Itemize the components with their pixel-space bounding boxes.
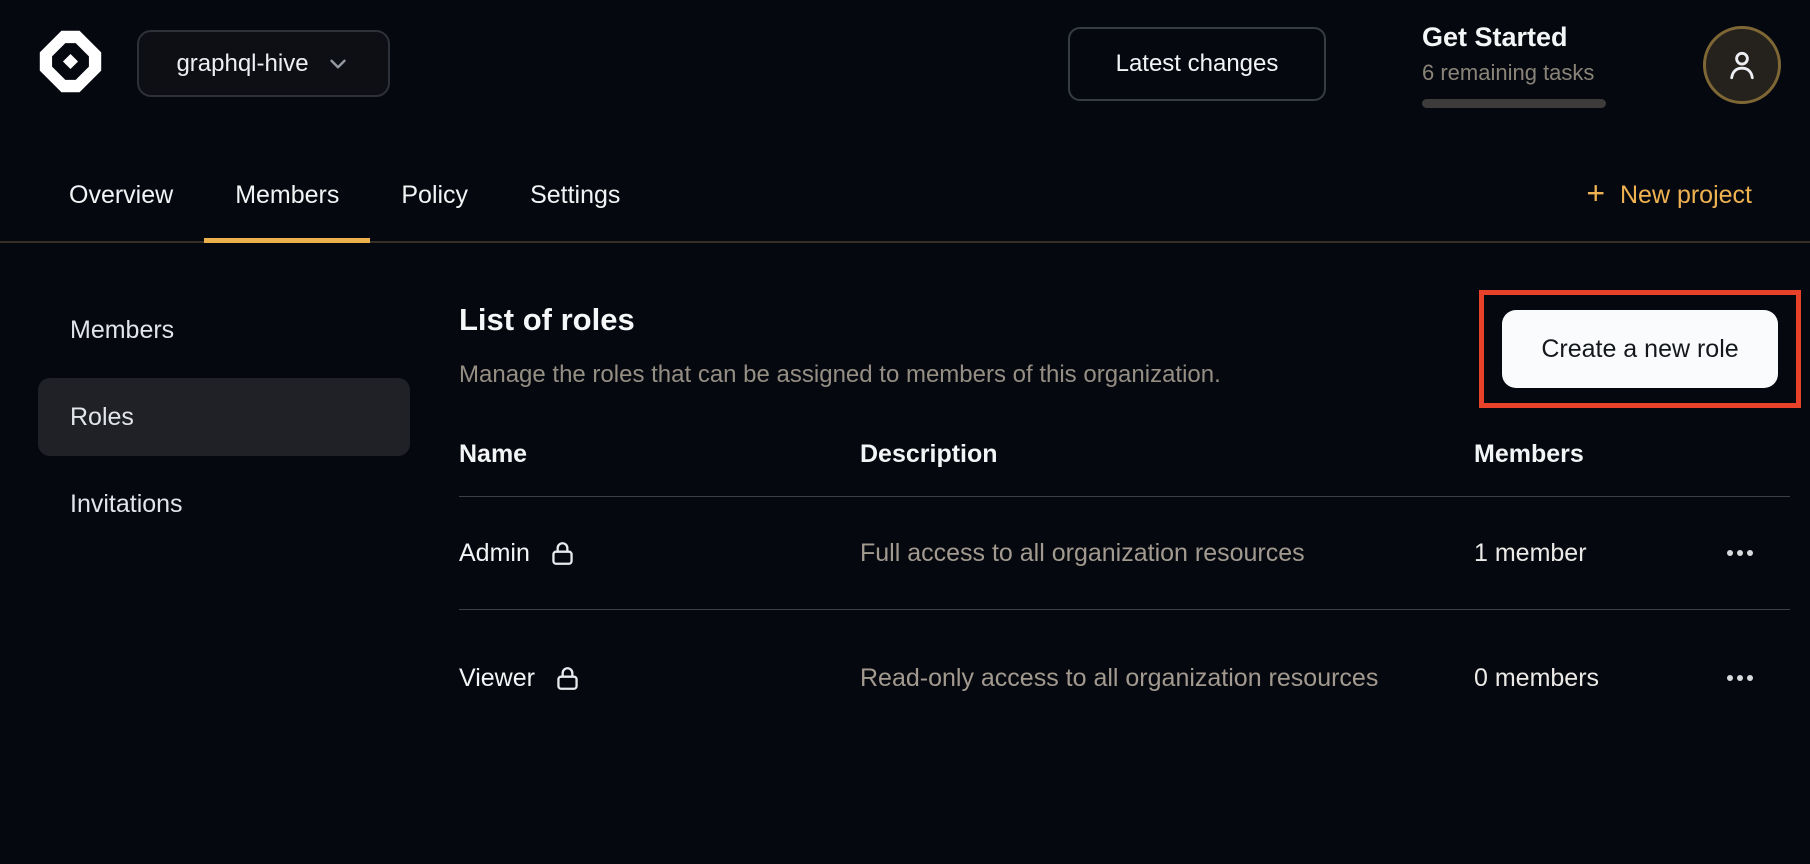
- sidebar-item-roles[interactable]: Roles: [38, 378, 410, 456]
- table-row: Admin Full access to all organization re…: [459, 497, 1790, 610]
- column-header-description: Description: [860, 440, 1474, 469]
- org-tab-bar: Overview Members Policy Settings + New p…: [0, 149, 1810, 243]
- tab-list: Overview Members Policy Settings: [38, 149, 651, 241]
- row-menu-button[interactable]: [1716, 664, 1764, 692]
- lock-icon: [548, 539, 577, 568]
- role-name: Viewer: [459, 664, 535, 693]
- role-description: Full access to all organization resource…: [860, 539, 1305, 567]
- role-description: Read-only access to all organization res…: [860, 664, 1378, 692]
- hive-logo-icon[interactable]: [37, 28, 104, 95]
- column-header-name: Name: [459, 440, 860, 469]
- role-members-count: 0 members: [1474, 664, 1599, 692]
- user-avatar-button[interactable]: [1703, 26, 1781, 104]
- table-row: Viewer Read-only access to all organizat…: [459, 610, 1790, 746]
- sidebar-item-members[interactable]: Members: [38, 291, 410, 369]
- table-header-row: Name Description Members: [459, 413, 1790, 497]
- organization-name: graphql-hive: [176, 50, 308, 78]
- annotation-highlight-box: Create a new role: [1479, 290, 1801, 408]
- column-header-members: Members: [1474, 440, 1690, 469]
- latest-changes-button[interactable]: Latest changes: [1068, 27, 1326, 101]
- get-started-remaining-tasks: 6 remaining tasks: [1422, 60, 1632, 86]
- role-members-count: 1 member: [1474, 539, 1587, 567]
- members-sidebar: Members Roles Invitations: [38, 291, 410, 552]
- get-started-widget[interactable]: Get Started 6 remaining tasks: [1422, 22, 1632, 108]
- new-project-link[interactable]: + New project: [1586, 149, 1752, 241]
- roles-table: Name Description Members Admin Full acce…: [459, 413, 1790, 746]
- role-name: Admin: [459, 539, 530, 568]
- new-project-label: New project: [1620, 181, 1752, 210]
- ellipsis-icon: [1726, 549, 1754, 557]
- row-menu-button[interactable]: [1716, 539, 1764, 567]
- ellipsis-icon: [1726, 674, 1754, 682]
- tab-policy[interactable]: Policy: [370, 149, 499, 241]
- tab-overview[interactable]: Overview: [38, 149, 204, 241]
- page-subtitle: Manage the roles that can be assigned to…: [459, 361, 1221, 389]
- tab-members[interactable]: Members: [204, 149, 370, 241]
- get-started-title: Get Started: [1422, 22, 1632, 53]
- create-new-role-button[interactable]: Create a new role: [1502, 310, 1778, 388]
- app-root: graphql-hive Latest changes Get Started …: [0, 0, 1810, 864]
- user-icon: [1723, 46, 1761, 84]
- page-title: List of roles: [459, 302, 635, 338]
- sidebar-item-invitations[interactable]: Invitations: [38, 465, 410, 543]
- lock-icon: [553, 664, 582, 693]
- tab-settings[interactable]: Settings: [499, 149, 651, 241]
- get-started-progress-bar: [1422, 99, 1606, 108]
- organization-selector[interactable]: graphql-hive: [137, 30, 390, 97]
- plus-icon: +: [1586, 177, 1605, 209]
- chevron-down-icon: [325, 51, 351, 77]
